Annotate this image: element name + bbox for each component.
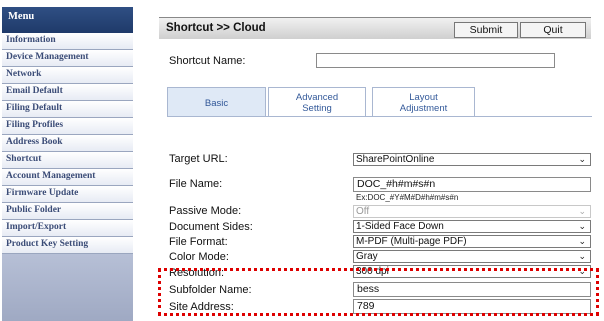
tab-advanced-setting[interactable]: Advanced Setting — [268, 87, 366, 117]
file-name-label: File Name: — [169, 178, 223, 190]
sidebar-item-import-export[interactable]: Import/Export — [2, 220, 133, 237]
sidebar-item-public-folder[interactable]: Public Folder — [2, 203, 133, 220]
file-name-hint: Ex:DOC_#Y#M#D#h#m#s#n — [356, 193, 459, 202]
sidebar-item-filing-profiles[interactable]: Filing Profiles — [2, 118, 133, 135]
passive-mode-value: Off — [356, 206, 370, 217]
tab-layout-adjustment[interactable]: Layout Adjustment — [372, 87, 475, 117]
sidebar-item-filing-default[interactable]: Filing Default — [2, 101, 133, 118]
document-sides-value: 1-Sided Face Down — [356, 221, 444, 232]
sidebar-item-firmware-update[interactable]: Firmware Update — [2, 186, 133, 203]
chevron-down-icon: ⌄ — [578, 206, 586, 216]
tab-advanced-line2: Setting — [302, 103, 332, 114]
chevron-down-icon: ⌄ — [578, 221, 586, 231]
sidebar-item-information[interactable]: Information — [2, 33, 133, 50]
file-format-value: M-PDF (Multi-page PDF) — [356, 236, 467, 247]
chevron-down-icon: ⌄ — [578, 154, 586, 164]
sidebar-title: Menu — [2, 7, 133, 33]
sidebar-menu: Menu Information Device Management Netwo… — [2, 7, 133, 321]
sidebar-item-email-default[interactable]: Email Default — [2, 84, 133, 101]
sidebar-item-shortcut[interactable]: Shortcut — [2, 152, 133, 169]
passive-mode-select: Off ⌄ — [353, 205, 591, 218]
chevron-down-icon: ⌄ — [578, 236, 586, 246]
sidebar-item-account-management[interactable]: Account Management — [2, 169, 133, 186]
tab-layout-line2: Adjustment — [399, 103, 448, 114]
sidebar-item-product-key-setting[interactable]: Product Key Setting — [2, 237, 133, 254]
highlight-box — [158, 268, 599, 316]
target-url-select[interactable]: SharePointOnline ⌄ — [353, 153, 591, 166]
submit-button[interactable]: Submit — [454, 22, 518, 38]
tab-basic[interactable]: Basic — [167, 87, 266, 117]
tab-basic-label: Basic — [204, 98, 229, 109]
document-sides-select[interactable]: 1-Sided Face Down ⌄ — [353, 220, 591, 233]
shortcut-name-input[interactable] — [316, 53, 555, 68]
sidebar-item-network[interactable]: Network — [2, 67, 133, 84]
passive-mode-label: Passive Mode: — [169, 205, 242, 217]
tab-advanced-line1: Advanced — [295, 92, 339, 103]
file-format-select[interactable]: M-PDF (Multi-page PDF) ⌄ — [353, 235, 591, 248]
color-mode-value: Gray — [356, 251, 378, 262]
chevron-down-icon: ⌄ — [578, 251, 586, 261]
page-header: Shortcut >> Cloud Submit Quit — [159, 17, 591, 39]
file-format-label: File Format: — [169, 236, 228, 248]
file-name-input[interactable]: DOC_#h#m#s#n — [353, 177, 591, 192]
target-url-label: Target URL: — [169, 153, 228, 165]
color-mode-label: Color Mode: — [169, 251, 229, 263]
color-mode-select[interactable]: Gray ⌄ — [353, 250, 591, 263]
tab-layout-line1: Layout — [409, 92, 438, 103]
shortcut-name-label: Shortcut Name: — [169, 55, 246, 67]
breadcrumb: Shortcut >> Cloud — [166, 22, 266, 34]
target-url-value: SharePointOnline — [356, 154, 435, 165]
document-sides-label: Document Sides: — [169, 221, 253, 233]
sidebar-item-device-management[interactable]: Device Management — [2, 50, 133, 67]
sidebar-item-address-book[interactable]: Address Book — [2, 135, 133, 152]
quit-button[interactable]: Quit — [520, 22, 586, 38]
